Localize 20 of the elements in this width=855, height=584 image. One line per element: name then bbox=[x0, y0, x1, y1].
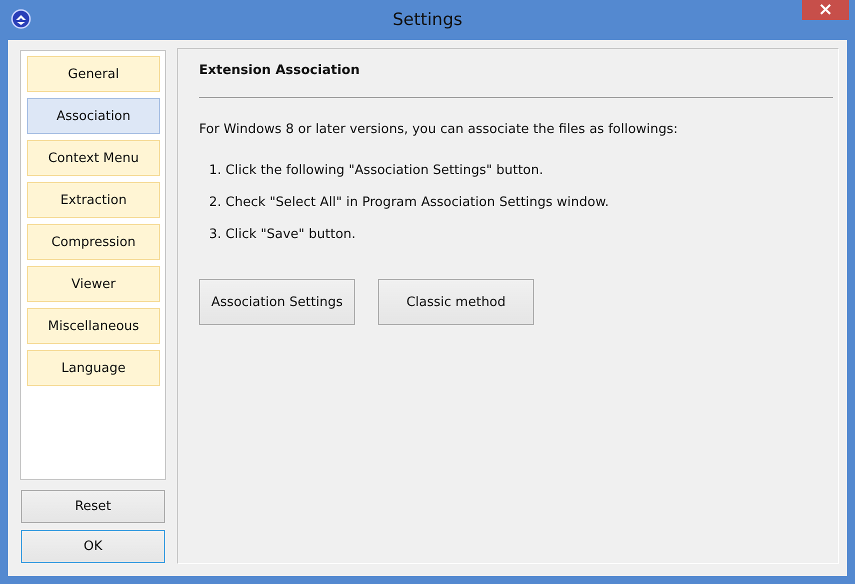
step-text: 2. Check "Select All" in Program Association Settings window. bbox=[209, 195, 610, 210]
reset-button[interactable]: Reset bbox=[21, 490, 165, 523]
step-text: 3. Click "Save" button. bbox=[209, 227, 357, 242]
sidebar-item[interactable]: Context Menu bbox=[27, 140, 160, 176]
app-icon bbox=[11, 9, 31, 29]
sidebar-item[interactable]: Miscellaneous bbox=[27, 308, 160, 344]
sidebar-item[interactable]: Compression bbox=[27, 224, 160, 260]
ok-button[interactable]: OK bbox=[21, 530, 165, 563]
window-title: Settings bbox=[392, 10, 462, 30]
sidebar-item[interactable]: Language bbox=[27, 350, 160, 386]
sidebar-item[interactable]: Association bbox=[27, 98, 160, 134]
classic-method-button[interactable]: Classic method bbox=[378, 279, 534, 325]
section-heading: Extension Association bbox=[199, 63, 361, 78]
intro-text: For Windows 8 or later versions, you can associate the files as followings: bbox=[199, 122, 679, 137]
sidebar-item[interactable]: Extraction bbox=[27, 182, 160, 218]
sidebar-item[interactable]: Viewer bbox=[27, 266, 160, 302]
close-button[interactable]: × bbox=[802, 0, 849, 20]
sidebar-item[interactable]: General bbox=[27, 56, 160, 92]
association-settings-button[interactable]: Association Settings bbox=[199, 279, 355, 325]
step-text: 1. Click the following "Association Settings" button. bbox=[209, 163, 544, 178]
